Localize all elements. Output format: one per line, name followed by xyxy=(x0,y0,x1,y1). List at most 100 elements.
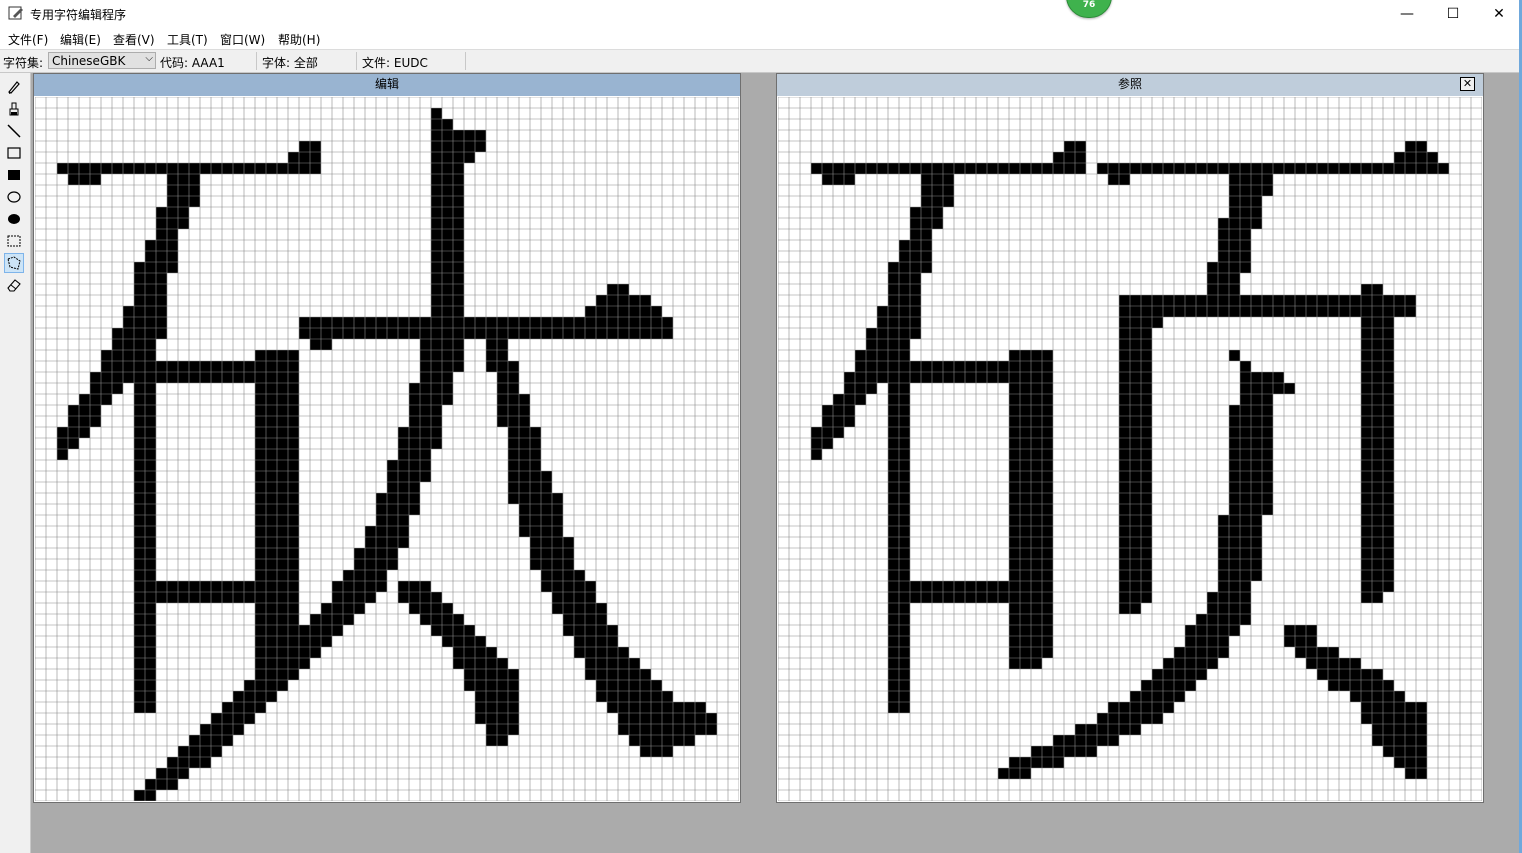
toolbox xyxy=(0,73,31,853)
rectangle-filled-tool[interactable] xyxy=(4,165,24,185)
workspace: 编辑 参照 ✕ xyxy=(31,73,1522,853)
pixel-run xyxy=(910,207,943,218)
pixel-run xyxy=(899,240,932,251)
brush-tool[interactable] xyxy=(4,99,24,119)
pixel-run xyxy=(1119,526,1152,537)
pencil-icon xyxy=(8,81,20,94)
maximize-button[interactable]: ☐ xyxy=(1430,0,1476,28)
pixel-run xyxy=(1119,537,1152,548)
pixel-run xyxy=(1372,724,1427,735)
pixel-run xyxy=(1229,350,1240,361)
pixel-run xyxy=(888,284,921,295)
pencil-tool[interactable] xyxy=(4,77,24,97)
pixel-run xyxy=(910,372,1053,383)
ellipse-filled-tool[interactable] xyxy=(4,209,24,229)
pixel-run xyxy=(1009,658,1042,669)
pixel-run xyxy=(156,768,189,779)
pixel-run xyxy=(409,405,442,416)
pixel-run xyxy=(1119,482,1152,493)
pixel-run xyxy=(998,768,1031,779)
pixel-run xyxy=(888,295,921,306)
pixel-run xyxy=(167,185,200,196)
pixel-run xyxy=(332,581,387,592)
pixel-run xyxy=(1306,658,1361,669)
eraser-tool[interactable] xyxy=(4,275,24,295)
pixel-run xyxy=(1119,493,1152,504)
pixel-run xyxy=(1361,427,1394,438)
pixel-run xyxy=(1119,559,1152,570)
line-icon xyxy=(7,124,21,138)
close-icon: ✕ xyxy=(1493,6,1505,22)
close-button[interactable]: ✕ xyxy=(1476,0,1522,28)
minimize-button[interactable]: — xyxy=(1384,0,1430,28)
code-label: 代码: AAA1 xyxy=(160,56,225,70)
pixel-run xyxy=(156,207,189,218)
pixel-run xyxy=(1119,361,1152,372)
pixel-run xyxy=(68,416,101,427)
rectangle-outline-tool[interactable] xyxy=(4,143,24,163)
pixel-run xyxy=(1229,207,1262,218)
pixel-run xyxy=(1361,460,1394,471)
reference-panel-title: 参照 ✕ xyxy=(777,74,1483,96)
pixel-run xyxy=(156,218,189,229)
pixel-run xyxy=(1361,405,1394,416)
pixel-run xyxy=(1196,614,1251,625)
pixel-run xyxy=(508,438,541,449)
pixel-run xyxy=(508,493,563,504)
eraser-icon xyxy=(7,279,21,292)
charset-dropdown[interactable]: ChineseGBK ⌵ xyxy=(48,52,156,69)
pixel-run xyxy=(431,284,464,295)
edit-grid[interactable] xyxy=(35,97,739,801)
rect-select-tool[interactable] xyxy=(4,231,24,251)
pixel-run xyxy=(134,273,167,284)
pixel-run xyxy=(1361,548,1394,559)
reference-close-button[interactable]: ✕ xyxy=(1460,77,1475,91)
pixel-run xyxy=(431,185,464,196)
pixel-run xyxy=(811,427,844,438)
pixel-run xyxy=(1119,581,1152,592)
pixel-run xyxy=(1119,339,1152,350)
freeform-select-tool[interactable] xyxy=(4,253,24,273)
pixel-run xyxy=(79,394,112,405)
pixel-run xyxy=(1361,515,1394,526)
pixel-run xyxy=(288,152,321,163)
ellipse-outline-tool[interactable] xyxy=(4,187,24,207)
pixel-run xyxy=(1174,647,1229,658)
pixel-run xyxy=(431,218,464,229)
menu-tools[interactable]: 工具(T) xyxy=(167,31,208,48)
line-tool[interactable] xyxy=(4,121,24,141)
pixel-run xyxy=(431,130,486,141)
separator xyxy=(256,52,257,70)
menu-view[interactable]: 查看(V) xyxy=(113,31,155,48)
pixel-run xyxy=(145,240,178,251)
pixel-run xyxy=(1240,383,1295,394)
close-icon: ✕ xyxy=(1462,77,1473,90)
pixel-run xyxy=(1218,229,1251,240)
pixel-run xyxy=(431,163,464,174)
pixel-run xyxy=(1119,306,1416,317)
pixel-run xyxy=(1141,680,1196,691)
notification-badge[interactable]: 76 xyxy=(1066,0,1112,18)
menu-edit[interactable]: 编辑(E) xyxy=(60,31,101,48)
menu-window[interactable]: 窗口(W) xyxy=(220,31,265,48)
pixel-run xyxy=(1218,251,1251,262)
pixel-run xyxy=(1119,471,1152,482)
pixel-run xyxy=(844,383,877,394)
pixel-run xyxy=(486,724,519,735)
pixel-run xyxy=(156,372,299,383)
pixel-run xyxy=(1361,570,1394,581)
menu-help[interactable]: 帮助(H) xyxy=(278,31,320,48)
pixel-run xyxy=(1119,295,1416,306)
pixel-run xyxy=(145,251,178,262)
menu-file[interactable]: 文件(F) xyxy=(8,31,48,48)
pixel-run xyxy=(1361,339,1394,350)
pixel-run xyxy=(409,416,442,427)
pixel-run xyxy=(1207,284,1240,295)
pixel-run xyxy=(811,163,1086,174)
pixel-run xyxy=(1185,625,1240,636)
pixel-run xyxy=(1229,196,1262,207)
pixel-run xyxy=(1361,361,1394,372)
pixel-run xyxy=(1350,691,1405,702)
pixel-run xyxy=(618,724,717,735)
pixel-run xyxy=(1394,757,1427,768)
